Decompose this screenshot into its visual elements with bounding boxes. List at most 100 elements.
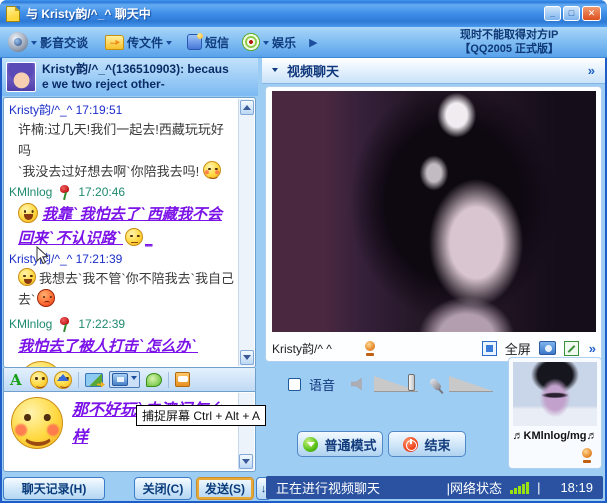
angry-emoticon-icon bbox=[37, 289, 55, 307]
entertainment-button[interactable]: 娱乐 bbox=[242, 33, 296, 51]
main-toolbar: 影音交谈 传文件 短信 娱乐 ▶ 现时不能取得对方IP 【QQ2005 正式版】 bbox=[0, 27, 607, 58]
phone-message-icon bbox=[187, 34, 202, 50]
toolbar-more-arrow[interactable]: ▶ bbox=[309, 36, 317, 49]
connection-status: 现时不能取得对方IP 【QQ2005 正式版】 bbox=[459, 28, 599, 56]
divider bbox=[168, 372, 169, 388]
message-text-self: 我怕去了被人打击`怎么办` bbox=[9, 334, 234, 358]
message-meta-peer: Kristy韵/^_^ 17:19:51 bbox=[9, 101, 234, 119]
qq-version-text: 【QQ2005 正式版】 bbox=[459, 42, 559, 56]
normal-mode-button[interactable]: 普通模式 bbox=[297, 431, 383, 457]
microphone-icon bbox=[429, 377, 443, 391]
speaker-volume-slider[interactable] bbox=[374, 376, 418, 392]
mouse-cursor-icon bbox=[36, 246, 49, 265]
power-icon bbox=[403, 437, 418, 452]
video-toolbar-more[interactable]: » bbox=[589, 341, 596, 356]
message-text: 我想去`我不管`你不陪我去`我自己去` bbox=[9, 268, 234, 310]
title-bar: 与 Kristy韵/^_^ 聊天中 _ □ ✕ bbox=[0, 0, 607, 27]
status-bar: 正在进行视频聊天 |网络状态 | 18:19 bbox=[266, 476, 603, 499]
self-name: ♬KMlnlog/mg♬ bbox=[509, 430, 601, 442]
video-panel-header: 视频聊天 » bbox=[262, 58, 605, 84]
chevron-down-icon[interactable] bbox=[166, 41, 172, 48]
dart-target-icon bbox=[242, 33, 260, 51]
video-panel-title: 视频聊天 bbox=[287, 61, 339, 80]
close-chat-button[interactable]: 关闭(C) bbox=[134, 477, 192, 500]
message-meta-self: KMlnlog 17:22:39 bbox=[9, 314, 234, 334]
grin-emoticon-icon bbox=[18, 203, 38, 223]
maximize-button[interactable]: □ bbox=[563, 6, 580, 21]
call-status-text: 正在进行视频聊天 bbox=[276, 478, 380, 497]
voice-label: 语音 bbox=[309, 375, 335, 394]
file-icon bbox=[105, 35, 124, 50]
speaker-icon bbox=[351, 378, 366, 391]
chat-mode-icon[interactable] bbox=[146, 373, 162, 387]
chat-history[interactable]: Kristy韵/^_^ 17:19:51 许楠:过几天!我们一起去!西藏玩玩好吗… bbox=[3, 97, 256, 368]
network-label: |网络状态 bbox=[447, 478, 502, 497]
chat-window-icon bbox=[6, 6, 20, 22]
peer-video-feed bbox=[272, 91, 596, 332]
voice-controls: 语音 bbox=[288, 375, 493, 393]
clock-text: 18:19 bbox=[560, 480, 593, 495]
capture-tooltip: 捕捉屏幕 Ctrl + Alt + A bbox=[136, 405, 266, 426]
voice-checkbox[interactable] bbox=[288, 378, 301, 391]
self-video-feed bbox=[513, 362, 597, 426]
peer-avatar[interactable] bbox=[6, 62, 36, 92]
message-input[interactable]: 那不好玩`去澳门怎么样 bbox=[3, 391, 256, 472]
webcam-icon bbox=[581, 448, 593, 463]
scroll-up-button[interactable] bbox=[240, 100, 254, 115]
rose-icon bbox=[59, 317, 71, 332]
self-video-box: ♬KMlnlog/mg♬ bbox=[508, 357, 602, 469]
message-meta-self: KMlnlog 17:20:46 bbox=[9, 182, 234, 202]
sms-button[interactable]: 短信 bbox=[187, 34, 229, 51]
screen-capture-icon bbox=[112, 373, 128, 386]
send-file-button[interactable]: 传文件 bbox=[105, 34, 172, 51]
laugh-emoticon-icon bbox=[18, 268, 36, 286]
chevron-down-icon[interactable] bbox=[131, 376, 137, 383]
divider bbox=[78, 372, 79, 388]
font-style-icon[interactable] bbox=[8, 372, 24, 388]
chevron-down-icon[interactable] bbox=[263, 41, 269, 48]
big-smile-emoticon-icon bbox=[11, 397, 63, 449]
send-button[interactable]: 发送(S) bbox=[196, 477, 254, 500]
end-call-button[interactable]: 结束 bbox=[388, 431, 466, 457]
peer-signature: Kristy韵/^_^(136510903): becaus e we two … bbox=[42, 62, 229, 92]
minimize-button[interactable]: _ bbox=[544, 6, 561, 21]
message-record-icon[interactable] bbox=[175, 372, 190, 387]
snapshot-icon[interactable] bbox=[539, 341, 556, 355]
panel-more-button[interactable]: » bbox=[588, 63, 595, 78]
chevron-down-icon[interactable] bbox=[272, 68, 278, 75]
scroll-down-button[interactable] bbox=[239, 454, 253, 469]
down-arrow-circle-icon bbox=[303, 437, 318, 452]
mic-volume-slider[interactable] bbox=[449, 376, 493, 392]
separator: | bbox=[537, 480, 540, 495]
webcam-icon bbox=[8, 32, 28, 52]
slider-thumb[interactable] bbox=[408, 374, 415, 391]
video-audio-chat-button[interactable]: 影音交谈 bbox=[8, 32, 88, 52]
close-icon[interactable]: ✕ bbox=[582, 6, 601, 21]
qq-chat-window: 与 Kristy韵/^_^ 聊天中 _ □ ✕ 影音交谈 传文件 短信 娱乐 ▶… bbox=[0, 0, 607, 503]
custom-emoticon-icon[interactable] bbox=[54, 371, 72, 389]
peer-video-name: Kristy韵/^ ^ bbox=[272, 340, 332, 357]
fullscreen-label[interactable]: 全屏 bbox=[505, 339, 531, 358]
chevron-down-icon[interactable] bbox=[31, 41, 37, 48]
rose-icon bbox=[59, 185, 71, 200]
video-name-bar: Kristy韵/^ ^ 全屏 » bbox=[272, 337, 596, 359]
smirk-emoticon-icon bbox=[125, 228, 143, 246]
message-text-self: 我靠`我怕去了`西藏我不会回来`不认识路`_ bbox=[9, 202, 234, 250]
ip-status-text: 现时不能取得对方IP bbox=[459, 28, 559, 42]
big-smiley-emoticon-icon bbox=[19, 361, 234, 368]
webcam-status-icon bbox=[364, 341, 376, 356]
chat-history-button[interactable]: 聊天记录(H) bbox=[3, 477, 105, 500]
resize-icon[interactable] bbox=[564, 341, 579, 356]
peer-banner: Kristy韵/^_^(136510903): becaus e we two … bbox=[2, 58, 258, 96]
chat-scrollbar[interactable] bbox=[238, 99, 254, 366]
screen-capture-button[interactable] bbox=[109, 371, 140, 388]
message-text: 许楠:过几天!我们一起去!西藏玩玩好吗 bbox=[9, 119, 234, 161]
editor-toolbar bbox=[3, 368, 256, 391]
emoticon-picker-icon[interactable] bbox=[30, 371, 48, 389]
message-text: `我没去过好想去啊`你陪我去吗! bbox=[9, 161, 234, 182]
scroll-down-button[interactable] bbox=[240, 350, 254, 365]
window-title: 与 Kristy韵/^_^ 聊天中 bbox=[26, 5, 542, 22]
fullscreen-icon[interactable] bbox=[482, 341, 497, 356]
video-groupbox: Kristy韵/^ ^ 全屏 » bbox=[265, 86, 602, 362]
send-image-icon[interactable] bbox=[85, 373, 103, 387]
